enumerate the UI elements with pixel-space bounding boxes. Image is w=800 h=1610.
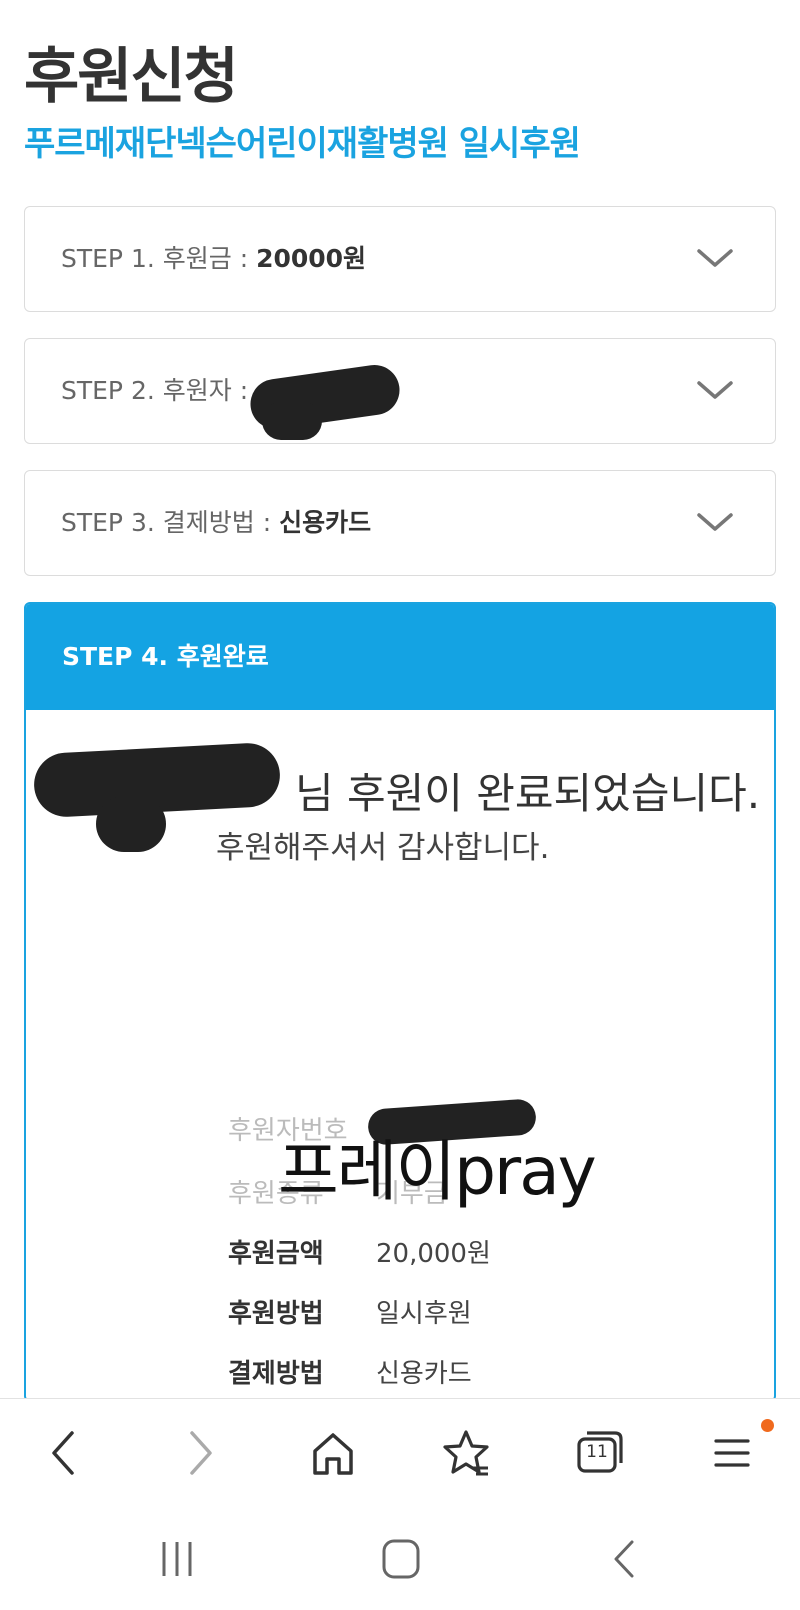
chevron-down-icon[interactable] [695,375,735,405]
detail-row-payment: 결제방법 신용카드 [228,1353,472,1390]
chevron-down-icon[interactable] [695,507,735,537]
page-title: 후원신청 [24,42,239,112]
page-subtitle: 푸르메재단넥슨어린이재활병원 일시후원 [24,124,581,164]
detail-value: 20,000원 [376,1239,491,1269]
menu-button[interactable] [702,1423,762,1483]
recent-apps-icon[interactable] [152,1536,202,1582]
system-nav-bar [0,1506,800,1610]
chevron-down-icon[interactable] [695,243,735,273]
notification-dot [761,1419,774,1432]
back-icon[interactable] [34,1423,94,1483]
detail-key: 결제방법 [228,1359,324,1389]
home-button-icon[interactable] [376,1536,426,1582]
menu-icon [714,1439,750,1467]
step-2-label: STEP 2. 후원자 : [61,339,248,443]
detail-value: 일시후원 [376,1299,472,1329]
completion-message: 님 후원이 완료되었습니다. [295,769,761,818]
thanks-message: 후원해주셔서 감사합니다. [216,830,550,866]
redaction-mark [262,402,322,440]
step-4-header: STEP 4. 후원완료 [26,604,774,710]
step-1-label: STEP 1. 후원금 : 20000원 [61,207,366,311]
home-icon[interactable] [303,1423,363,1483]
browser-toolbar: 11 [0,1398,800,1506]
detail-key: 후원금액 [228,1239,324,1269]
detail-row-amount: 후원금액 20,000원 [228,1233,491,1270]
step-1-value: 20000원 [256,244,367,273]
redaction-mark [96,796,166,852]
step-3-title: STEP 3. 결제방법 : [61,508,280,537]
forward-icon[interactable] [170,1423,230,1483]
step-3-accordion[interactable]: STEP 3. 결제방법 : 신용카드 [24,470,776,576]
step-2-accordion[interactable]: STEP 2. 후원자 : [24,338,776,444]
overlay-text: 프레이pray [278,1133,597,1210]
step-2-title: STEP 2. 후원자 : [61,376,249,405]
tabs-icon[interactable]: 11 [569,1423,629,1483]
step-3-label: STEP 3. 결제방법 : 신용카드 [61,471,371,575]
step-3-value: 신용카드 [279,508,372,537]
step-4-panel: STEP 4. 후원완료 [24,602,776,1402]
detail-value: 신용카드 [376,1359,472,1389]
step-1-accordion[interactable]: STEP 1. 후원금 : 20000원 [24,206,776,312]
detail-key: 후원방법 [228,1299,324,1329]
bookmark-star-icon[interactable] [436,1423,496,1483]
step-1-title: STEP 1. 후원금 : [61,244,257,273]
system-back-icon[interactable] [600,1536,650,1582]
tab-count: 11 [586,1442,608,1462]
detail-row-method: 후원방법 일시후원 [228,1293,472,1330]
